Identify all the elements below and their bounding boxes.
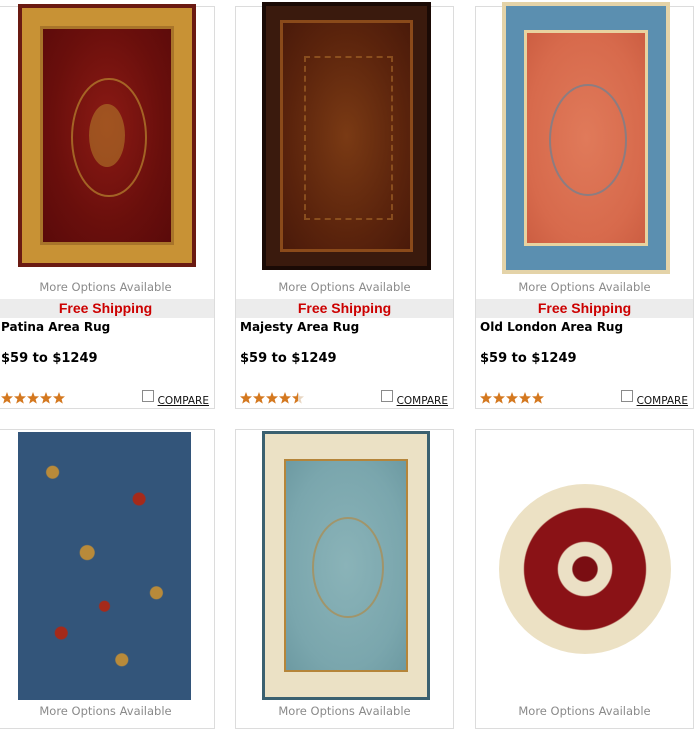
more-options-text[interactable]: More Options Available [476, 280, 693, 294]
star-icon [519, 392, 531, 404]
rug-image-majesty[interactable] [262, 2, 431, 270]
compare-link[interactable]: COMPARE [158, 395, 209, 407]
more-options-text[interactable]: More Options Available [0, 704, 214, 718]
product-price: $59 to $1249 [240, 351, 337, 366]
more-options-text[interactable]: More Options Available [476, 704, 693, 718]
product-title[interactable]: Patina Area Rug [1, 320, 110, 334]
product-title[interactable]: Majesty Area Rug [240, 320, 359, 334]
product-price: $59 to $1249 [480, 351, 577, 366]
more-options-text[interactable]: More Options Available [236, 704, 453, 718]
star-icon [279, 392, 291, 404]
rug-image-blue-floral[interactable] [18, 432, 191, 700]
star-icon [240, 392, 252, 404]
star-icon [253, 392, 265, 404]
rating-stars [240, 391, 310, 405]
star-icon [480, 392, 492, 404]
product-price: $59 to $1249 [1, 351, 98, 366]
star-icon [1, 392, 13, 404]
more-options-text[interactable]: More Options Available [236, 280, 453, 294]
free-shipping-badge: Free Shipping [476, 299, 693, 318]
compare-checkbox[interactable] [621, 390, 633, 402]
rug-image-light-blue[interactable] [262, 431, 430, 700]
rug-image-patina[interactable] [18, 4, 196, 267]
free-shipping-badge: Free Shipping [0, 299, 214, 318]
star-icon [27, 392, 39, 404]
rating-stars [480, 391, 550, 405]
compare-checkbox[interactable] [142, 390, 154, 402]
star-icon [506, 392, 518, 404]
star-icon [53, 392, 65, 404]
rug-image-old-london[interactable] [502, 2, 670, 274]
free-shipping-badge: Free Shipping [236, 299, 453, 318]
star-icon [40, 392, 52, 404]
product-title[interactable]: Old London Area Rug [480, 320, 623, 334]
more-options-text[interactable]: More Options Available [0, 280, 214, 294]
star-icon [14, 392, 26, 404]
star-icon [493, 392, 505, 404]
half-star-icon [292, 392, 304, 404]
star-icon [532, 392, 544, 404]
compare-checkbox[interactable] [381, 390, 393, 402]
compare-link[interactable]: COMPARE [397, 395, 448, 407]
star-icon [266, 392, 278, 404]
compare-link[interactable]: COMPARE [637, 395, 688, 407]
rating-stars [1, 391, 71, 405]
rug-image-round[interactable] [499, 484, 671, 654]
